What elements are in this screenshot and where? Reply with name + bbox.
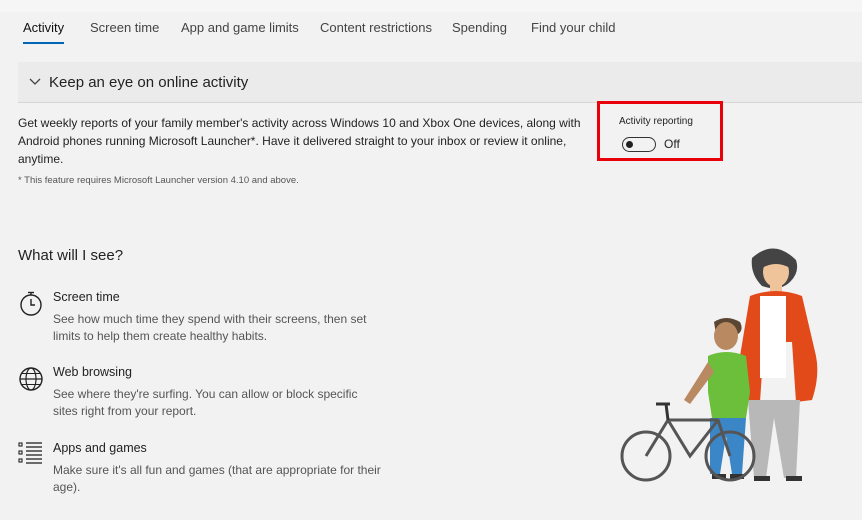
list-icon [18,442,42,464]
tab-bar: Activity Screen time App and game limits… [0,12,862,46]
tab-activity[interactable]: Activity [23,20,65,44]
tab-find-your-child[interactable]: Find your child [531,20,616,35]
feature-desc-apps-and-games: Make sure it's all fun and games (that a… [53,463,381,494]
activity-reporting-label: Activity reporting [619,116,693,127]
activity-reporting-panel: Activity reporting Off [597,101,723,161]
activity-reporting-toggle[interactable] [622,137,656,152]
toggle-state-text: Off [664,137,680,151]
section-description: Get weekly reports of your family member… [18,116,581,166]
section-header[interactable]: Keep an eye on online activity [18,62,862,103]
tab-app-and-game-limits[interactable]: App and game limits [181,20,299,35]
feature-title-apps-and-games: Apps and games [53,441,147,455]
tab-content-restrictions[interactable]: Content restrictions [320,20,432,35]
tab-screen-time[interactable]: Screen time [90,20,159,35]
feature-desc-screen-time: See how much time they spend with their … [53,312,367,343]
tab-spending[interactable]: Spending [452,20,507,35]
feature-desc-web-browsing: See where they're surfing. You can allow… [53,387,358,418]
globe-icon [19,367,43,391]
child-figure [684,318,750,479]
feature-title-screen-time: Screen time [53,290,120,304]
feature-title-web-browsing: Web browsing [53,365,132,379]
family-illustration [620,248,818,482]
top-strip [0,0,862,12]
section-title: Keep an eye on online activity [49,74,249,91]
what-will-i-see-heading: What will I see? [18,247,124,264]
toggle-knob [626,140,633,148]
stopwatch-icon [20,291,42,316]
footnote: * This feature requires Microsoft Launch… [18,175,299,186]
chevron-down-icon [29,78,41,85]
